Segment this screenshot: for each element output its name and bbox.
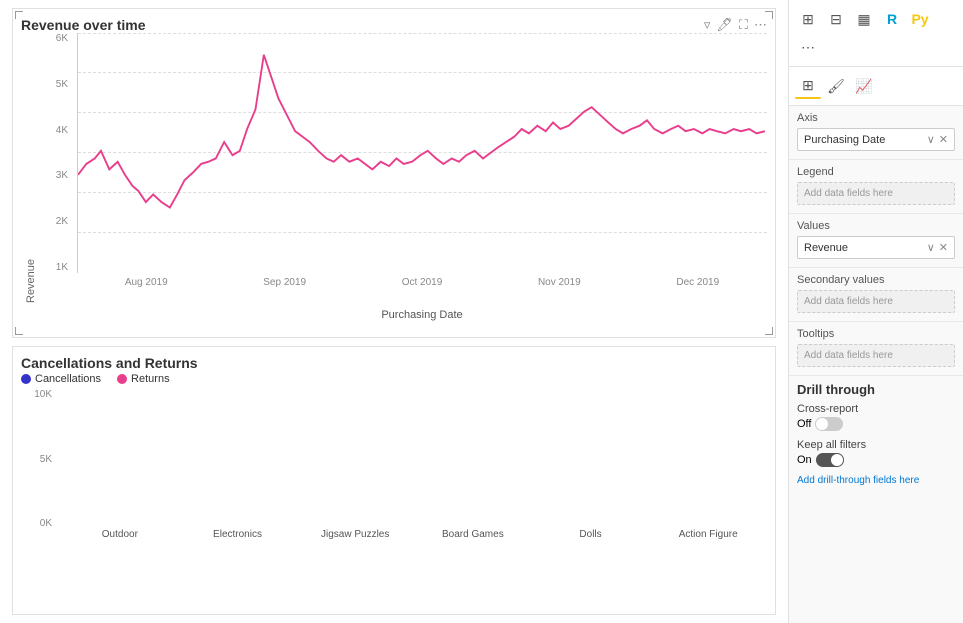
bar-y-tick-10k: 10K xyxy=(21,389,56,400)
legend-cancellations-label: Cancellations xyxy=(35,373,101,385)
values-remove-icon[interactable]: ✕ xyxy=(939,241,948,254)
values-field-text: Revenue xyxy=(804,242,848,254)
bar-x-label-outdoor: Outdoor xyxy=(61,529,179,549)
x-tick-nov: Nov 2019 xyxy=(538,277,581,288)
add-drill-through-link[interactable]: Add drill-through fields here xyxy=(797,475,955,486)
values-section: Values Revenue ∨ ✕ xyxy=(789,214,963,268)
bar-chart-legend: Cancellations Returns xyxy=(21,373,767,385)
x-tick-sep: Sep 2019 xyxy=(263,277,306,288)
bar-chart-area: 0K 5K 10K xyxy=(21,389,767,549)
x-tick-dec: Dec 2019 xyxy=(676,277,719,288)
brush-btn[interactable]: 🖌 xyxy=(823,73,849,99)
axis-section: Axis Purchasing Date ∨ ✕ xyxy=(789,106,963,160)
cross-report-label: Cross-report xyxy=(797,403,955,415)
bar-y-tick-0k: 0K xyxy=(21,518,56,529)
axis-field-text: Purchasing Date xyxy=(804,134,885,146)
axis-remove-icon[interactable]: ✕ xyxy=(939,133,948,146)
keep-filters-knob xyxy=(831,454,843,466)
tooltips-label: Tooltips xyxy=(797,328,955,340)
bar-x-labels: Outdoor Electronics Jigsaw Puzzles Board… xyxy=(61,529,767,549)
cross-report-track[interactable] xyxy=(815,417,843,431)
legend-returns: Returns xyxy=(117,373,170,385)
secondary-values-empty[interactable]: Add data fields here xyxy=(797,290,955,313)
format-fields-btn[interactable]: ⊞ xyxy=(795,73,821,99)
x-axis-title: Purchasing Date xyxy=(77,309,767,321)
y-tick-4k: 4K xyxy=(37,125,72,136)
keep-filters-toggle-label: On xyxy=(797,454,812,466)
y-axis-label: Revenue xyxy=(21,33,37,303)
bar-chart-icon-btn[interactable]: ▦ xyxy=(851,6,877,32)
bar-plot xyxy=(61,389,767,529)
drill-through-section: Drill through Cross-report Off Keep all … xyxy=(789,376,963,492)
legend-returns-dot xyxy=(117,374,127,384)
axis-field-actions: ∨ ✕ xyxy=(927,133,948,146)
cross-report-toggle-label: Off xyxy=(797,418,811,430)
drill-through-title: Drill through xyxy=(797,382,955,397)
y-tick-2k: 2K xyxy=(37,216,72,227)
grid-icon-btn[interactable]: ⊟ xyxy=(823,6,849,32)
filter-icon[interactable]: ▿ xyxy=(704,17,711,33)
line-chart-container: Revenue over time ▿ 🖊 ⛶ ⋯ Revenue 1K 2K … xyxy=(12,8,776,338)
secondary-values-section: Secondary values Add data fields here xyxy=(789,268,963,322)
keep-filters-track[interactable] xyxy=(816,453,844,467)
expand-icon[interactable]: ⛶ xyxy=(739,17,748,33)
line-chart-area: Revenue 1K 2K 3K 4K 5K 6K xyxy=(21,33,767,303)
x-tick-aug: Aug 2019 xyxy=(125,277,168,288)
toolbar-row-1: ⊞ ⊟ ▦ R Py ⋯ xyxy=(789,0,963,67)
legend-section: Legend Add data fields here xyxy=(789,160,963,214)
bar-x-label-dolls: Dolls xyxy=(532,529,650,549)
x-tick-oct: Oct 2019 xyxy=(402,277,443,288)
more-icon[interactable]: ⋯ xyxy=(754,17,767,33)
bar-x-label-jigsaw: Jigsaw Puzzles xyxy=(296,529,414,549)
line-chart-title: Revenue over time xyxy=(21,17,146,33)
paint-icon[interactable]: 🖊 xyxy=(716,17,733,33)
values-field-pill[interactable]: Revenue ∨ ✕ xyxy=(797,236,955,259)
cross-report-toggle[interactable]: Off xyxy=(797,417,955,431)
chart-plot: 1K 2K 3K 4K 5K 6K xyxy=(37,33,767,303)
legend-cancellations: Cancellations xyxy=(21,373,101,385)
x-axis: Aug 2019 Sep 2019 Oct 2019 Nov 2019 Dec … xyxy=(77,273,767,303)
bar-x-label-actionfigure: Action Figure xyxy=(649,529,767,549)
tooltips-empty[interactable]: Add data fields here xyxy=(797,344,955,367)
toolbar-row-2: ⊞ 🖌 📈 xyxy=(789,67,963,106)
y-tick-5k: 5K xyxy=(37,79,72,90)
legend-empty-field[interactable]: Add data fields here xyxy=(797,182,955,205)
table-icon-btn[interactable]: ⊞ xyxy=(795,6,821,32)
left-panel: Revenue over time ▿ 🖊 ⛶ ⋯ Revenue 1K 2K … xyxy=(0,0,788,623)
y-tick-1k: 1K xyxy=(37,262,72,273)
tooltips-section: Tooltips Add data fields here xyxy=(789,322,963,376)
ellipsis-icon-btn[interactable]: ⋯ xyxy=(795,34,821,60)
values-field-actions: ∨ ✕ xyxy=(927,241,948,254)
line-chart-svg xyxy=(78,33,767,273)
secondary-values-label: Secondary values xyxy=(797,274,955,286)
values-expand-icon[interactable]: ∨ xyxy=(927,241,935,254)
axis-label: Axis xyxy=(797,112,955,124)
r-icon-btn[interactable]: R xyxy=(879,6,905,32)
keep-all-filters-toggle[interactable]: On xyxy=(797,453,955,467)
bar-y-tick-5k: 5K xyxy=(21,454,56,465)
y-tick-6k: 6K xyxy=(37,33,72,44)
bar-x-label-electronics: Electronics xyxy=(179,529,297,549)
bar-x-label-boardgames: Board Games xyxy=(414,529,532,549)
cross-report-knob xyxy=(816,418,828,430)
legend-cancellations-dot xyxy=(21,374,31,384)
legend-returns-label: Returns xyxy=(131,373,170,385)
y-tick-3k: 3K xyxy=(37,170,72,181)
axis-field-pill[interactable]: Purchasing Date ∨ ✕ xyxy=(797,128,955,151)
values-label: Values xyxy=(797,220,955,232)
right-panel: ⊞ ⊟ ▦ R Py ⋯ ⊞ 🖌 📈 Axis Purchasing Date … xyxy=(788,0,963,623)
bar-chart-container: Cancellations and Returns Cancellations … xyxy=(12,346,776,615)
plot-area xyxy=(77,33,767,273)
legend-section-label: Legend xyxy=(797,166,955,178)
keep-all-filters-label: Keep all filters xyxy=(797,439,955,451)
chart-toolbar: ▿ 🖊 ⛶ ⋯ xyxy=(704,17,767,33)
axis-expand-icon[interactable]: ∨ xyxy=(927,133,935,146)
bar-y-ticks: 0K 5K 10K xyxy=(21,389,56,529)
py-icon-btn[interactable]: Py xyxy=(907,6,933,32)
bar-chart-title: Cancellations and Returns xyxy=(21,355,767,371)
analytics-btn[interactable]: 📈 xyxy=(851,73,877,99)
y-ticks: 1K 2K 3K 4K 5K 6K xyxy=(37,33,72,273)
